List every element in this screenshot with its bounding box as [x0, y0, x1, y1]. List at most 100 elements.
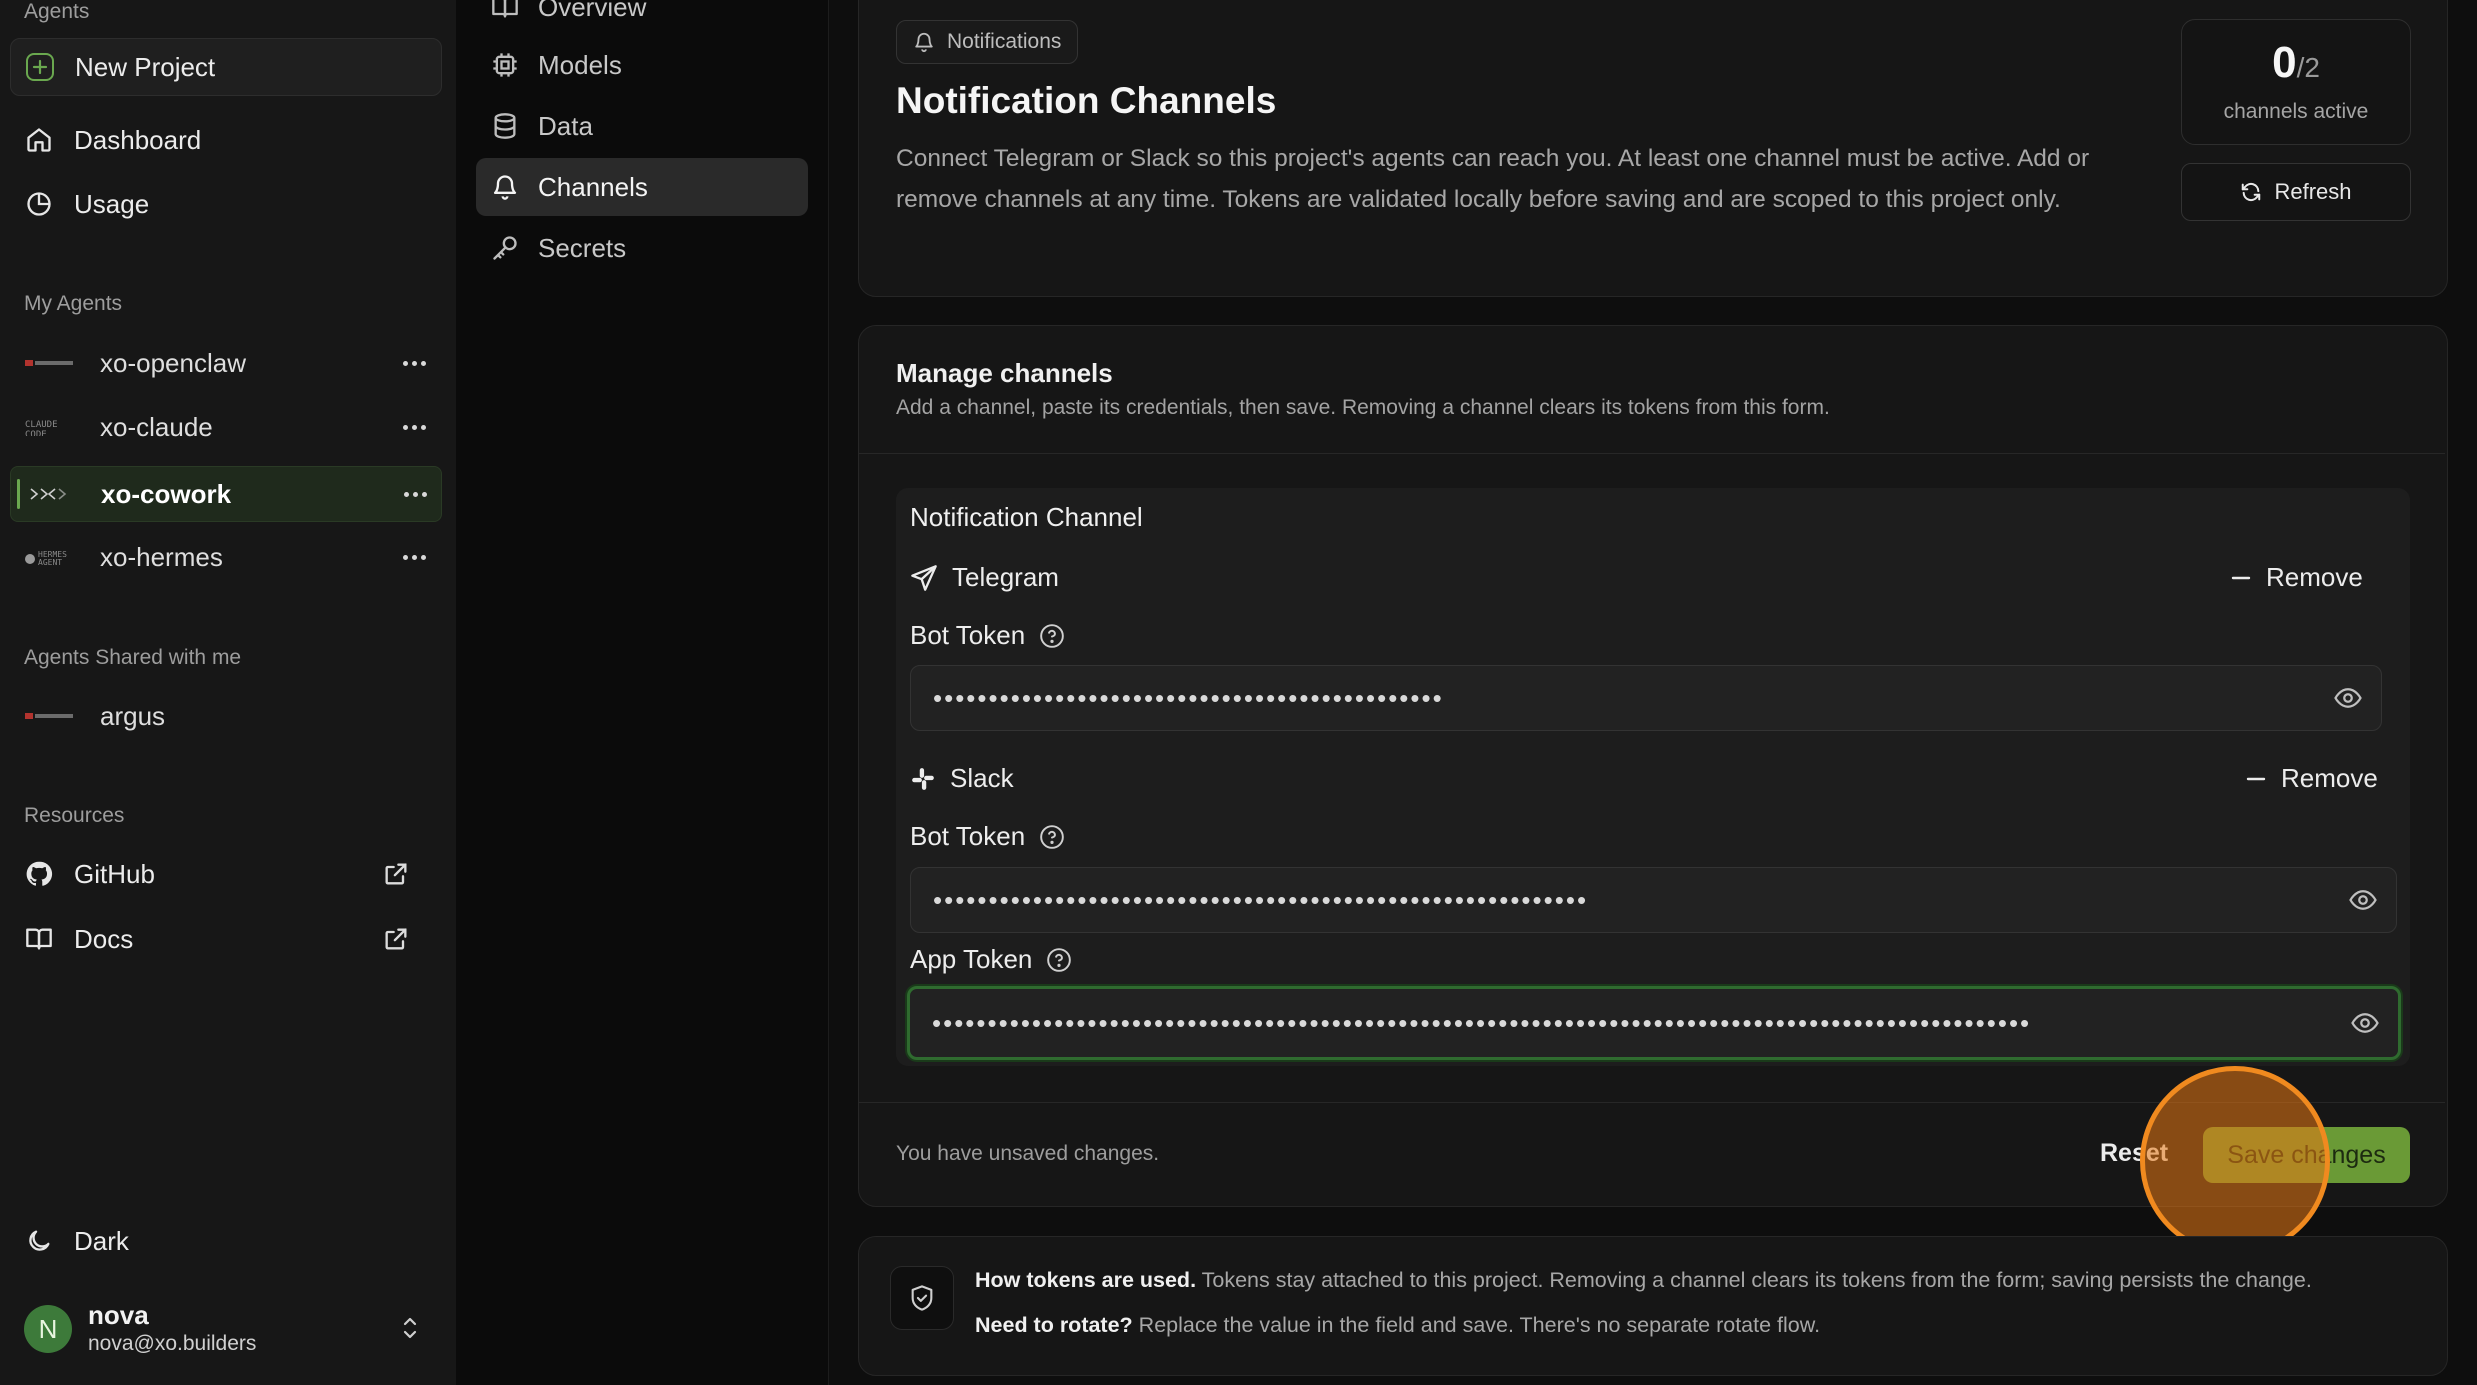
- subnav-item-models[interactable]: Models: [476, 36, 808, 94]
- moon-icon: [24, 1226, 54, 1256]
- nav-item-label: Dashboard: [74, 124, 202, 155]
- slack-app-token-input[interactable]: ••••••••••••••••••••••••••••••••••••••••…: [907, 986, 2401, 1060]
- database-icon: [490, 111, 520, 141]
- active-channels-counter: 0/2 channels active: [2181, 19, 2411, 145]
- info-line-1-bold: How tokens are used.: [975, 1268, 1197, 1292]
- resource-link-github[interactable]: GitHub: [10, 844, 440, 904]
- click-indicator: [2140, 1066, 2330, 1256]
- svg-text:CLAUDE: CLAUDE: [25, 420, 58, 430]
- subnav-item-overview[interactable]: Overview: [476, 0, 808, 36]
- manage-subtitle: Add a channel, paste its credentials, th…: [896, 396, 1830, 419]
- more-options-icon[interactable]: [404, 467, 427, 521]
- active-count: 0: [2272, 38, 2297, 87]
- theme-toggle[interactable]: Dark: [10, 1211, 440, 1271]
- slack-channel-header: Slack: [910, 763, 1014, 794]
- eye-icon[interactable]: [2350, 1008, 2380, 1038]
- openclaw-logo: [24, 707, 76, 725]
- agent-label: xo-claude: [100, 411, 213, 442]
- agent-item-xo-claude[interactable]: CLAUDE CODE xo-claude: [10, 400, 440, 454]
- section-pill: Notifications: [896, 20, 1079, 64]
- slack-bot-token-label: Bot Token: [910, 821, 1065, 852]
- user-name: nova: [88, 1300, 149, 1330]
- input-value: ••••••••••••••••••••••••••••••••••••••••…: [932, 1007, 2032, 1038]
- github-icon: [24, 859, 54, 889]
- new-project-button[interactable]: New Project: [10, 38, 442, 96]
- minus-icon: [2230, 567, 2252, 589]
- info-line-1: How tokens are used. Tokens stay attache…: [975, 1268, 2312, 1293]
- refresh-button[interactable]: Refresh: [2181, 163, 2411, 221]
- remove-slack-button[interactable]: Remove: [2245, 763, 2378, 794]
- eye-icon[interactable]: [2348, 885, 2378, 915]
- book-open-icon: [490, 0, 520, 22]
- cowork-logo: [25, 485, 77, 503]
- help-icon[interactable]: [1046, 947, 1072, 973]
- refresh-label: Refresh: [2274, 179, 2352, 204]
- avatar: N: [24, 1305, 72, 1353]
- telegram-channel-header: Telegram: [910, 562, 1059, 593]
- eye-icon[interactable]: [2333, 683, 2363, 713]
- slack-label: Slack: [950, 763, 1014, 793]
- subnav-item-data[interactable]: Data: [476, 97, 808, 155]
- telegram-label: Telegram: [952, 562, 1059, 592]
- more-options-icon[interactable]: [403, 336, 426, 390]
- primary-sidebar: Agents New Project Dashboard Usage My Ag…: [0, 0, 456, 1385]
- channel-group: [896, 488, 2410, 1066]
- input-value: ••••••••••••••••••••••••••••••••••••••••…: [933, 884, 1589, 915]
- resources-section-label: Resources: [24, 804, 125, 827]
- chevron-up-down-icon: [398, 1314, 422, 1342]
- slack-bot-token-input[interactable]: ••••••••••••••••••••••••••••••••••••••••…: [910, 867, 2397, 933]
- selected-indicator: [17, 479, 20, 509]
- user-email: nova@xo.builders: [88, 1332, 257, 1355]
- minus-icon: [2245, 768, 2267, 790]
- agent-item-xo-openclaw[interactable]: xo-openclaw: [10, 336, 440, 390]
- slack-icon: [910, 766, 936, 792]
- subnav-item-channels[interactable]: Channels: [476, 158, 808, 216]
- page-description: Connect Telegram or Slack so this projec…: [896, 145, 2090, 213]
- svg-text:AGENT: AGENT: [38, 558, 62, 566]
- field-label-text: Bot Token: [910, 620, 1026, 650]
- claude-code-logo: CLAUDE CODE: [24, 418, 76, 436]
- telegram-bot-token-label: Bot Token: [910, 620, 1065, 651]
- info-card: [858, 1236, 2448, 1376]
- agent-item-argus[interactable]: argus: [10, 689, 440, 743]
- info-line-2-bold: Need to rotate?: [975, 1313, 1133, 1337]
- manage-title: Manage channels: [896, 358, 1113, 388]
- my-agents-section-label: My Agents: [24, 292, 123, 315]
- input-value: ••••••••••••••••••••••••••••••••••••••••…: [933, 682, 1444, 713]
- divider: [859, 453, 2445, 454]
- shared-agents-section-label: Agents Shared with me: [24, 646, 242, 669]
- agent-item-xo-cowork[interactable]: xo-cowork: [10, 466, 442, 522]
- help-icon[interactable]: [1039, 623, 1065, 649]
- subnav-label: Models: [538, 49, 622, 80]
- remove-telegram-button[interactable]: Remove: [2230, 562, 2363, 593]
- shield-icon: [890, 1266, 954, 1330]
- bell-icon: [913, 31, 935, 53]
- project-settings-nav: Overview Models Data Channels Secrets: [456, 0, 829, 1385]
- resource-link-docs[interactable]: Docs: [10, 909, 440, 969]
- subnav-item-secrets[interactable]: Secrets: [476, 219, 808, 277]
- pie-chart-icon: [24, 189, 54, 219]
- send-icon: [910, 564, 938, 592]
- key-icon: [490, 233, 520, 263]
- field-label-text: Bot Token: [910, 821, 1026, 851]
- plus-icon: [25, 52, 55, 82]
- book-icon: [24, 924, 54, 954]
- agent-item-xo-hermes[interactable]: HERMES AGENT xo-hermes: [10, 530, 440, 584]
- external-link-icon: [382, 860, 410, 888]
- agent-label: xo-cowork: [101, 478, 232, 509]
- nav-item-usage[interactable]: Usage: [10, 174, 440, 234]
- more-options-icon[interactable]: [403, 530, 426, 584]
- field-label-text: App Token: [910, 944, 1033, 974]
- slack-app-token-label: App Token: [910, 944, 1072, 975]
- info-line-2-text: Replace the value in the field and save.…: [1132, 1313, 1821, 1337]
- user-menu[interactable]: N nova nova@xo.builders: [10, 1290, 440, 1366]
- unsaved-changes-text: You have unsaved changes.: [896, 1142, 1160, 1165]
- nav-item-dashboard[interactable]: Dashboard: [10, 110, 440, 170]
- help-icon[interactable]: [1039, 824, 1065, 850]
- svg-text:CODE: CODE: [25, 430, 47, 436]
- active-label: channels active: [2223, 100, 2369, 123]
- refresh-icon: [2240, 181, 2262, 203]
- telegram-bot-token-input[interactable]: ••••••••••••••••••••••••••••••••••••••••…: [910, 665, 2382, 731]
- page-title: Notification Channels: [896, 80, 1277, 121]
- more-options-icon[interactable]: [403, 400, 426, 454]
